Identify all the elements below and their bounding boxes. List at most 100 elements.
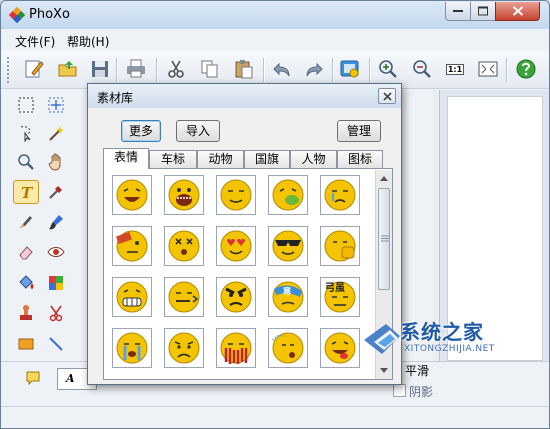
menu-file[interactable]: 文件(F) bbox=[15, 33, 55, 50]
emoji-cell[interactable] bbox=[320, 175, 360, 215]
import-button[interactable]: 导入 bbox=[176, 120, 220, 142]
more-button[interactable]: 更多 bbox=[121, 120, 161, 142]
eraser-tool[interactable] bbox=[13, 240, 39, 264]
stamp-tool[interactable] bbox=[13, 301, 39, 325]
emoji-cell[interactable] bbox=[320, 328, 360, 368]
maximize-button[interactable] bbox=[470, 2, 496, 21]
save-button[interactable] bbox=[87, 56, 113, 82]
actual-size-button[interactable]: 1:1 bbox=[442, 56, 468, 82]
emoji-cell[interactable] bbox=[164, 277, 204, 317]
fill-tool[interactable] bbox=[13, 271, 39, 295]
emoji-cell[interactable] bbox=[268, 175, 308, 215]
emoji-cell[interactable] bbox=[112, 328, 152, 368]
line-tool[interactable] bbox=[43, 332, 69, 356]
shadow-checkbox[interactable] bbox=[393, 384, 406, 397]
material-library-button[interactable] bbox=[337, 56, 363, 82]
emoji-cell[interactable] bbox=[164, 175, 204, 215]
toolbar-grip[interactable] bbox=[7, 57, 11, 83]
bleeding-emoji bbox=[220, 332, 252, 364]
emoji-cell[interactable] bbox=[216, 328, 256, 368]
copy-icon bbox=[201, 60, 218, 78]
pen-tool[interactable] bbox=[13, 210, 39, 234]
emoji-cell[interactable] bbox=[112, 175, 152, 215]
rectangle-shape-tool[interactable] bbox=[13, 332, 39, 356]
cold-emoji: 寒 bbox=[272, 281, 304, 313]
emoji-cell[interactable] bbox=[164, 328, 204, 368]
magic-wand-tool[interactable] bbox=[43, 121, 69, 145]
undo-icon bbox=[273, 62, 290, 77]
close-button[interactable] bbox=[495, 2, 540, 21]
emoji-cell[interactable] bbox=[216, 226, 256, 266]
emoji-cell[interactable]: 弓虽 bbox=[320, 277, 360, 317]
undo-button[interactable] bbox=[269, 56, 295, 82]
emoji-grid: 寒 弓虽 bbox=[103, 168, 393, 380]
tongue-emoji bbox=[324, 332, 356, 364]
tab-icon[interactable]: 图标 bbox=[337, 150, 383, 168]
watermark-title: 系统之家 bbox=[400, 320, 484, 344]
emoji-cell[interactable] bbox=[320, 226, 360, 266]
new-file-button[interactable] bbox=[21, 56, 47, 82]
zoom-tool[interactable] bbox=[13, 150, 39, 174]
emoji-cell[interactable] bbox=[112, 226, 152, 266]
hand-icon bbox=[48, 153, 61, 171]
rect-select-tool[interactable] bbox=[13, 93, 39, 117]
copy-button[interactable] bbox=[197, 56, 223, 82]
arguing-emoji bbox=[168, 281, 200, 313]
scissors-icon bbox=[168, 60, 184, 78]
scroll-up-arrow[interactable] bbox=[376, 170, 392, 186]
emoji-cell[interactable] bbox=[268, 226, 308, 266]
paste-button[interactable] bbox=[231, 56, 257, 82]
brush-tool[interactable] bbox=[43, 210, 69, 234]
manage-button[interactable]: 管理 bbox=[337, 120, 381, 142]
redo-button[interactable] bbox=[301, 56, 327, 82]
zoom-out-icon bbox=[413, 60, 431, 78]
fit-window-button[interactable] bbox=[475, 56, 501, 82]
emoji-cell[interactable] bbox=[268, 328, 308, 368]
tab-flag[interactable]: 国旗 bbox=[244, 150, 290, 168]
font-sample: A bbox=[66, 372, 75, 385]
gradient-tool[interactable] bbox=[43, 271, 69, 295]
emoji-cell[interactable] bbox=[164, 226, 204, 266]
hand-tool[interactable] bbox=[43, 150, 69, 174]
crop-tool[interactable] bbox=[43, 301, 69, 325]
zoom-out-button[interactable] bbox=[409, 56, 435, 82]
print-button[interactable] bbox=[123, 56, 149, 82]
magic-wand-icon bbox=[49, 126, 64, 141]
note-icon[interactable] bbox=[25, 370, 41, 386]
menu-help[interactable]: 帮助(H) bbox=[67, 33, 109, 50]
scroll-thumb[interactable] bbox=[378, 188, 390, 290]
minimize-button[interactable] bbox=[445, 2, 471, 21]
title-bar[interactable]: PhoXo bbox=[1, 1, 549, 29]
tab-animal[interactable]: 动物 bbox=[197, 150, 244, 168]
sleepy-emoji bbox=[272, 332, 304, 364]
text-tool[interactable]: T bbox=[13, 180, 39, 204]
tab-people[interactable]: 人物 bbox=[290, 150, 337, 168]
material-library-dialog: 素材库 更多 导入 管理 表情 车标 动物 国旗 人物 图标 寒 弓虽 bbox=[87, 83, 402, 385]
move-tool[interactable] bbox=[43, 93, 69, 117]
open-button[interactable] bbox=[55, 56, 81, 82]
zoom-in-button[interactable] bbox=[375, 56, 401, 82]
dialog-title-bar[interactable]: 素材库 bbox=[88, 84, 401, 108]
color-swatch-icon bbox=[49, 276, 63, 290]
eraser-icon bbox=[19, 246, 33, 260]
emoji-cell[interactable]: 寒 bbox=[268, 277, 308, 317]
dizzy-emoji bbox=[168, 230, 200, 262]
close-icon bbox=[512, 6, 523, 16]
help-button[interactable] bbox=[513, 56, 539, 82]
red-eye-tool[interactable] bbox=[43, 240, 69, 264]
tab-car-logo[interactable]: 车标 bbox=[149, 150, 197, 168]
dialog-close-button[interactable] bbox=[378, 88, 396, 104]
emoji-cell[interactable] bbox=[216, 175, 256, 215]
tab-emoji[interactable]: 表情 bbox=[103, 148, 149, 169]
lasso-tool[interactable] bbox=[13, 121, 39, 145]
new-file-icon bbox=[25, 60, 44, 78]
emoji-cell[interactable] bbox=[216, 277, 256, 317]
close-icon bbox=[383, 92, 392, 101]
cut-button[interactable] bbox=[163, 56, 189, 82]
eyedropper-tool[interactable] bbox=[43, 180, 69, 204]
toolbar-separator bbox=[156, 58, 157, 82]
shouting-emoji bbox=[168, 179, 200, 211]
sunglasses-emoji bbox=[272, 230, 304, 262]
paint-bucket-icon bbox=[19, 275, 34, 289]
emoji-cell[interactable] bbox=[112, 277, 152, 317]
